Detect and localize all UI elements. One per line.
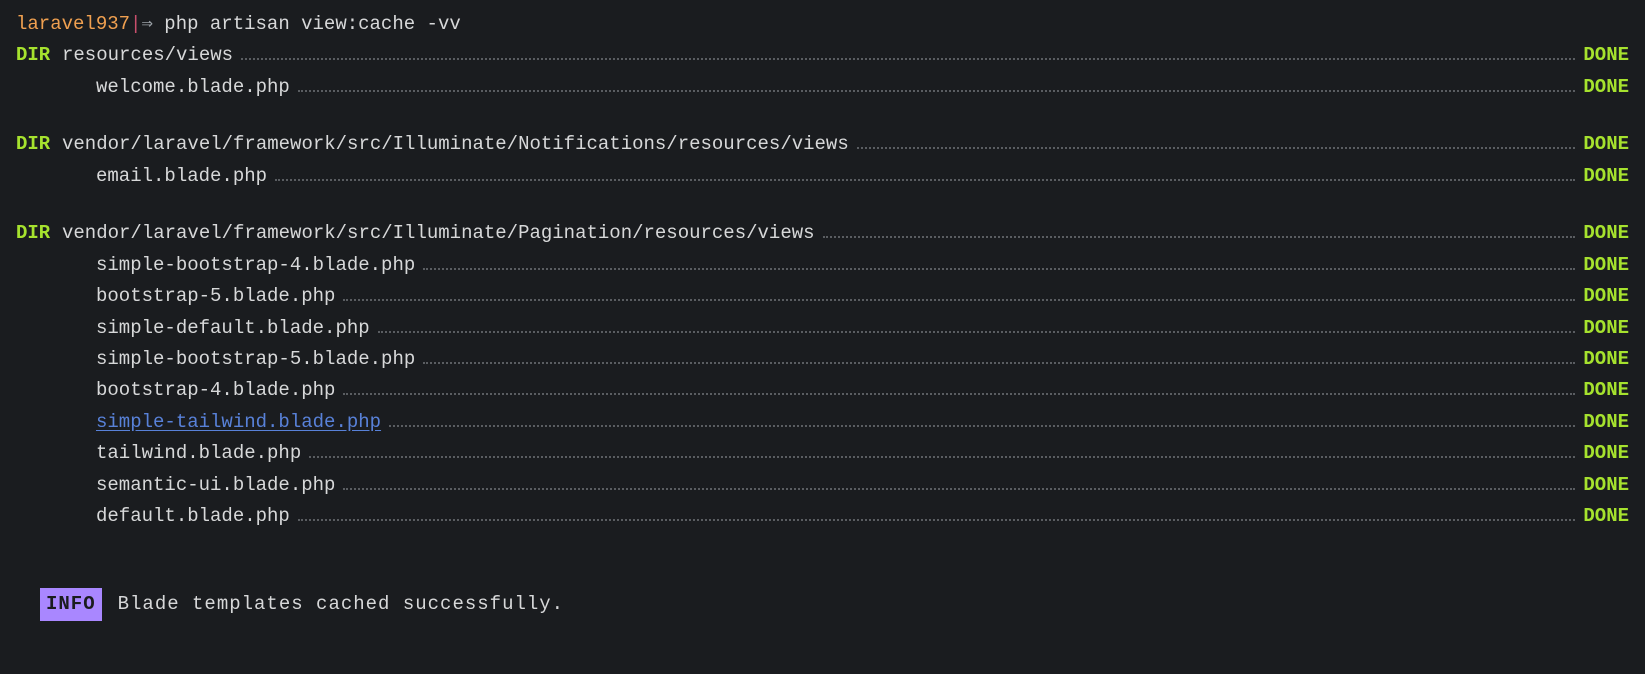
status-done: DONE <box>1583 314 1629 343</box>
status-done: DONE <box>1583 376 1629 405</box>
file-name: welcome.blade.php <box>96 73 290 102</box>
file-row: welcome.blade.php DONE <box>16 73 1629 102</box>
dir-path: vendor/laravel/framework/src/Illuminate/… <box>62 130 849 159</box>
dir-label: DIR <box>16 41 62 70</box>
dots-fill <box>241 58 1575 60</box>
file-name: simple-bootstrap-4.blade.php <box>96 251 415 280</box>
dots-fill <box>275 179 1575 181</box>
status-done: DONE <box>1583 439 1629 468</box>
status-done: DONE <box>1583 41 1629 70</box>
file-name: tailwind.blade.php <box>96 439 301 468</box>
file-name: email.blade.php <box>96 162 267 191</box>
dots-fill <box>378 331 1576 333</box>
file-name: simple-default.blade.php <box>96 314 370 343</box>
file-name: semantic-ui.blade.php <box>96 471 335 500</box>
dots-fill <box>389 425 1575 427</box>
file-row: email.blade.php DONE <box>16 162 1629 191</box>
dir-path: vendor/laravel/framework/src/Illuminate/… <box>62 219 815 248</box>
prompt-separator: | <box>130 13 141 35</box>
dir-row: DIRresources/views DONE <box>16 41 1629 70</box>
dots-fill <box>343 299 1575 301</box>
status-done: DONE <box>1583 130 1629 159</box>
info-message: Blade templates cached successfully. <box>118 590 564 619</box>
status-done: DONE <box>1583 471 1629 500</box>
dots-fill <box>423 268 1575 270</box>
dir-label: DIR <box>16 219 62 248</box>
file-row: tailwind.blade.php DONE <box>16 439 1629 468</box>
dir-row: DIRvendor/laravel/framework/src/Illumina… <box>16 130 1629 159</box>
dots-fill <box>857 147 1576 149</box>
info-line: INFO Blade templates cached successfully… <box>40 588 1629 621</box>
dir-label: DIR <box>16 130 62 159</box>
status-done: DONE <box>1583 345 1629 374</box>
dots-fill <box>823 236 1576 238</box>
command-text: php artisan view:cache -vv <box>164 13 460 35</box>
dots-fill <box>298 519 1576 521</box>
file-name: default.blade.php <box>96 502 290 531</box>
status-done: DONE <box>1583 408 1629 437</box>
dir-row: DIRvendor/laravel/framework/src/Illumina… <box>16 219 1629 248</box>
file-row: simple-default.blade.php DONE <box>16 314 1629 343</box>
dots-fill <box>298 90 1576 92</box>
status-done: DONE <box>1583 251 1629 280</box>
file-name-link[interactable]: simple-tailwind.blade.php <box>96 408 381 437</box>
file-row: bootstrap-4.blade.php DONE <box>16 376 1629 405</box>
file-name: bootstrap-4.blade.php <box>96 376 335 405</box>
dots-fill <box>343 488 1575 490</box>
file-row: default.blade.php DONE <box>16 502 1629 531</box>
prompt-arrow-icon: ⇒ <box>141 13 152 35</box>
file-name: simple-bootstrap-5.blade.php <box>96 345 415 374</box>
status-done: DONE <box>1583 282 1629 311</box>
status-done: DONE <box>1583 73 1629 102</box>
dots-fill <box>343 393 1575 395</box>
status-done: DONE <box>1583 162 1629 191</box>
file-row: semantic-ui.blade.php DONE <box>16 471 1629 500</box>
dir-path: resources/views <box>62 41 233 70</box>
file-name: bootstrap-5.blade.php <box>96 282 335 311</box>
output-area: DIRresources/viewsDONEwelcome.blade.phpD… <box>16 41 1629 531</box>
file-row: bootstrap-5.blade.php DONE <box>16 282 1629 311</box>
status-done: DONE <box>1583 502 1629 531</box>
file-row: simple-tailwind.blade.php DONE <box>16 408 1629 437</box>
dots-fill <box>423 362 1575 364</box>
terminal-window: laravel937|⇒ php artisan view:cache -vv … <box>0 0 1645 651</box>
info-badge: INFO <box>40 588 102 621</box>
dots-fill <box>309 456 1575 458</box>
file-row: simple-bootstrap-4.blade.php DONE <box>16 251 1629 280</box>
file-row: simple-bootstrap-5.blade.php DONE <box>16 345 1629 374</box>
status-done: DONE <box>1583 219 1629 248</box>
prompt-line[interactable]: laravel937|⇒ php artisan view:cache -vv <box>16 10 1629 39</box>
prompt-cwd: laravel937 <box>16 13 130 35</box>
